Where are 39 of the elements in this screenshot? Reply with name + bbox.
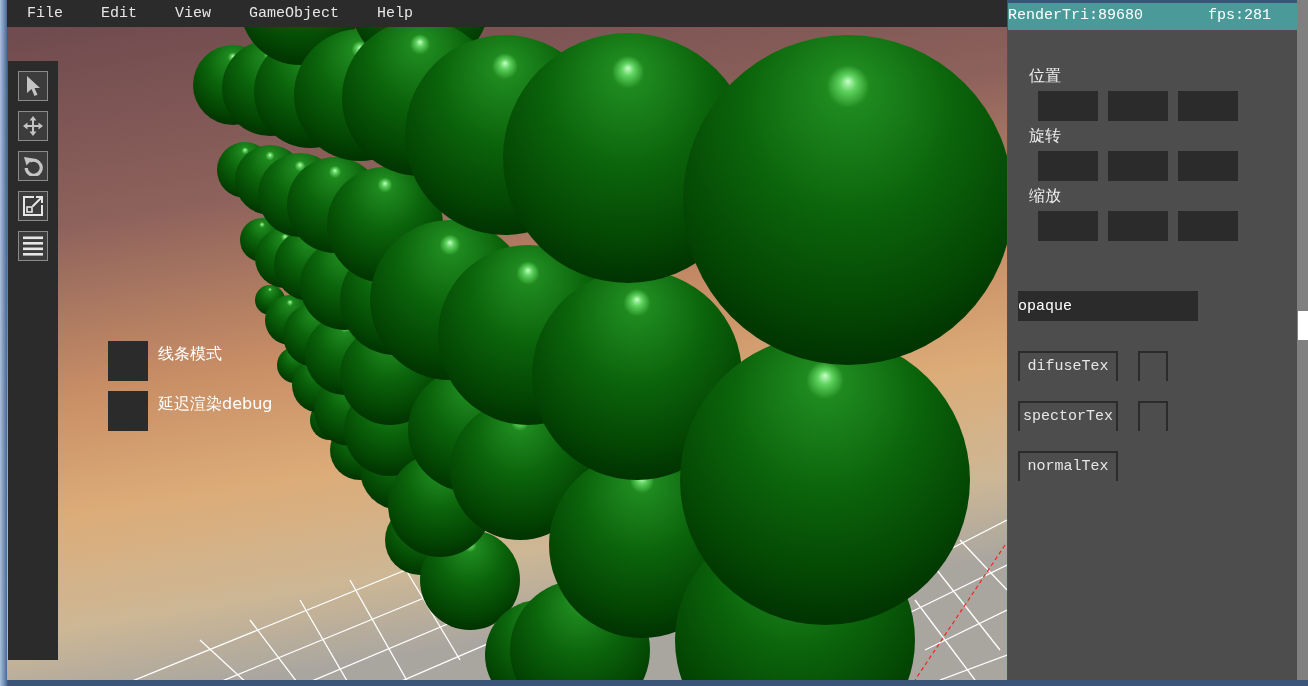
value-field[interactable] xyxy=(1108,91,1168,121)
value-field[interactable] xyxy=(1108,211,1168,241)
menu-item[interactable]: Help xyxy=(358,3,433,24)
scale-square-icon xyxy=(23,196,43,216)
move-arrows-icon xyxy=(23,116,43,136)
value-field[interactable] xyxy=(1178,151,1238,181)
menu-icon xyxy=(23,236,43,256)
mode-field[interactable]: opaque xyxy=(1018,291,1198,321)
value-field[interactable] xyxy=(1178,91,1238,121)
value-field[interactable] xyxy=(1108,151,1168,181)
option-label: 延迟渲染debug xyxy=(158,394,273,414)
menu-item[interactable]: View xyxy=(156,3,231,24)
option-label: 线条模式 xyxy=(158,344,222,364)
group-label: 位置 xyxy=(1028,65,1062,87)
triangle-count-text: RenderTri:89680 xyxy=(1008,6,1145,27)
menu-button[interactable] xyxy=(18,231,48,261)
scrollbar-thumb[interactable] xyxy=(1298,311,1308,340)
fps-text: fps:281 xyxy=(1208,6,1271,27)
rotate-arrow-icon xyxy=(23,156,43,176)
value-field[interactable] xyxy=(1038,151,1098,181)
rotate-tool-button[interactable] xyxy=(18,151,48,181)
texture-button[interactable]: normalTex xyxy=(1018,451,1118,481)
texture-slot[interactable] xyxy=(1138,401,1168,431)
texture-slot[interactable] xyxy=(1138,351,1168,381)
menu-item[interactable]: File xyxy=(8,3,82,24)
group-label: 旋转 xyxy=(1028,125,1062,147)
menu-item[interactable]: Edit xyxy=(82,3,157,24)
select-tool-button[interactable] xyxy=(18,71,48,101)
texture-button[interactable]: difuseTex xyxy=(1018,351,1118,381)
scale-tool-button[interactable] xyxy=(18,191,48,221)
value-field[interactable] xyxy=(1038,91,1098,121)
value-field[interactable] xyxy=(1178,211,1238,241)
menu-item[interactable]: GameObject xyxy=(230,3,359,24)
texture-button[interactable]: spectorTex xyxy=(1018,401,1118,431)
group-label: 缩放 xyxy=(1028,185,1062,207)
checkbox[interactable] xyxy=(108,391,148,431)
move-tool-button[interactable] xyxy=(18,111,48,141)
value-field[interactable] xyxy=(1038,211,1098,241)
checkbox[interactable] xyxy=(108,341,148,381)
